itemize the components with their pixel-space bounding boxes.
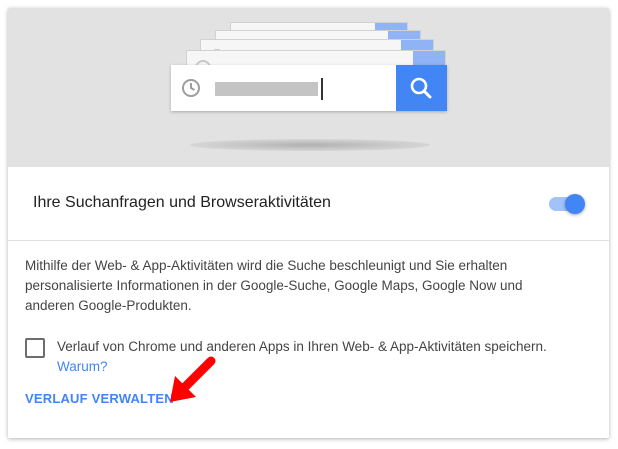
search-icon [410, 77, 432, 99]
checkbox-label: Verlauf von Chrome und anderen Apps in I… [57, 339, 547, 354]
query-placeholder-bar [215, 82, 318, 96]
search-button-illustration [396, 65, 447, 111]
clock-icon [182, 79, 200, 97]
why-link[interactable]: Warum? [57, 357, 587, 377]
setting-description: Mithilfe der Web- & App-Aktivitäten wird… [25, 258, 523, 313]
activity-setting-row: Ihre Suchanfragen und Browseraktivitäten [8, 167, 609, 241]
search-illustration [8, 8, 609, 167]
search-box-illustration [171, 65, 447, 111]
manage-history-link[interactable]: VERLAUF VERWALTEN [25, 391, 174, 406]
activity-toggle[interactable] [549, 192, 589, 216]
toggle-thumb [565, 194, 585, 214]
checkbox-label-block: Verlauf von Chrome und anderen Apps in I… [57, 337, 587, 377]
red-arrow-annotation-icon [170, 356, 216, 402]
floor-shadow [190, 139, 430, 151]
setting-title: Ihre Suchanfragen und Browseraktivitäten [33, 194, 331, 211]
text-caret [321, 78, 323, 100]
chrome-history-checkbox[interactable] [25, 338, 45, 358]
